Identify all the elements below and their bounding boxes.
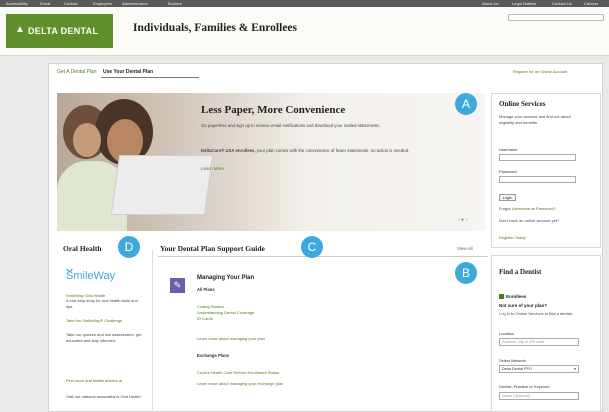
support-guide-title: Your Dental Plan Support Guide [160,244,265,253]
oral-health-title: Oral Health [63,244,102,253]
username-field[interactable] [499,154,576,161]
register-today-link[interactable]: Register Today [499,235,526,240]
no-account-text: Don't have an online account yet? [499,218,560,223]
all-plans-label: All Plans [197,287,215,292]
location-label: Location [499,331,515,336]
carousel-dots[interactable]: ○●○ [457,217,469,223]
dentist-name-label: Dentist, Practice or Keyword [499,384,550,389]
callout-badge-a: A [455,93,477,115]
log-in-hint: Log in to Online Services to find a dent… [499,311,581,317]
dentist-name-input[interactable]: Name (Optional) [499,392,579,400]
username-label: Username [499,147,518,152]
utility-link[interactable]: Brokers [168,0,182,7]
utility-link[interactable]: Contact Us [552,0,572,7]
find-a-dentist-box: Find a Dentist Enrollees Not sure of you… [491,255,601,412]
forgot-username-link[interactable]: Username [512,206,530,211]
hero-text-rest: your plan comes with the convenience of … [255,148,410,153]
utility-link[interactable]: About Us [482,0,498,7]
utility-link[interactable]: Employers [93,0,112,7]
active-tab-underline [101,77,199,78]
chevron-down-icon: ▾ [573,366,576,371]
utility-bar: Accessibility Enroll Contact Employers A… [0,0,609,7]
hero-photo-laptop [110,155,214,215]
delta-dental-logo[interactable]: ▲ DELTA DENTAL [6,14,113,48]
oral-health-link[interactable]: Find more oral health articles at [66,378,122,384]
hero-banner: Less Paper, More Convenience Go paperles… [57,93,485,231]
learn-more-exchange-link[interactable]: Learn more about managing your exchange … [197,381,283,386]
hero-title: Less Paper, More Convenience [201,104,346,116]
enrollees-label: Enrollees [506,294,527,299]
utility-link[interactable]: Contact [64,0,78,7]
oral-health-desc: A one-stop shop for oral health tools an… [66,298,138,309]
view-all-link[interactable]: View All [457,246,473,251]
hero-text-bold: DeltaCare® USA enrollees, [201,148,256,153]
register-online-account-link[interactable]: Register for an Online Account [513,69,567,74]
forgot-credentials: Forgot Username or Password? [499,206,556,211]
logo-text: DELTA DENTAL [28,26,99,36]
utility-link[interactable]: Careers [584,0,598,7]
oral-health-desc: Visit our national association's Oral He… [66,394,141,399]
find-a-dentist-title: Find a Dentist [499,268,542,276]
guide-link[interactable]: Coding Started [197,304,224,309]
learn-more-managing-link[interactable]: Learn more about managing your plan [197,336,265,341]
hero-text-enrollees: DeltaCare® USA enrollees, your plan come… [201,148,445,154]
location-input[interactable]: Address, city or ZIP code [499,338,579,346]
exchange-plans-label: Exchange Plans [197,353,230,358]
login-button[interactable]: Login [499,194,516,201]
managing-plan-title: Managing Your Plan [197,275,255,281]
delta-triangle-icon: ▲ [15,24,25,35]
utility-link[interactable]: Legal Notices [512,0,536,7]
site-search[interactable] [508,14,604,29]
forgot-prefix: Forgot [499,206,512,211]
password-field[interactable] [499,176,576,183]
utility-link[interactable]: Enroll [40,0,50,7]
oral-health-desc: Take our quizzes and risk assessment, ge… [66,332,142,343]
checkbox-icon [499,294,504,299]
online-services-box: Online Services Manage your account and … [491,93,601,248]
network-select[interactable]: Delta Dental PPO ▾ [499,365,579,373]
online-services-intro: Manage your account and find out about e… [499,114,571,125]
smileway-logo[interactable]: SmileWay [66,270,115,282]
callout-badge-d: D [118,236,140,258]
tab-get-a-dental-plan[interactable]: Get A Dental Plan [57,69,96,75]
network-value: Delta Dental PPO [502,367,532,371]
plan-question: Not sure of your plan? [499,303,548,308]
log-in-link[interactable]: Log in [499,311,510,316]
guide-link[interactable]: ID Cards [197,316,213,321]
guide-divider [158,256,488,257]
utility-link[interactable]: Administrators [122,0,148,7]
guide-link[interactable]: Understanding Dental Coverage [197,310,254,315]
hero-photo-face [73,123,101,157]
oral-health-link[interactable]: Take the SmileWay® Challenge [66,318,122,324]
callout-badge-b: B [455,262,477,284]
callout-badge-c: C [301,236,323,258]
hero-text: Go paperless and sign up to receive emai… [201,123,380,128]
password-label: Password [499,169,517,174]
column-divider [152,250,153,410]
utility-link[interactable]: Accessibility [6,0,28,7]
network-label: Select Network [499,358,526,363]
log-in-suffix: to Online Services to find a dentist. [509,311,573,316]
guide-link[interactable]: Covers Health Care Reform Enrollment Sta… [197,370,279,375]
forgot-password-link[interactable]: Password? [536,206,556,211]
enrollees-toggle[interactable]: Enrollees [499,294,526,299]
online-services-title: Online Services [499,100,546,108]
pencil-icon: ✎ [170,278,185,293]
page-title: Individuals, Families & Enrollees [133,22,298,34]
hero-learn-more-link[interactable]: Learn More [201,166,224,171]
search-input[interactable] [509,24,603,29]
tab-use-your-dental-plan[interactable]: Use Your Dental Plan [103,69,153,75]
